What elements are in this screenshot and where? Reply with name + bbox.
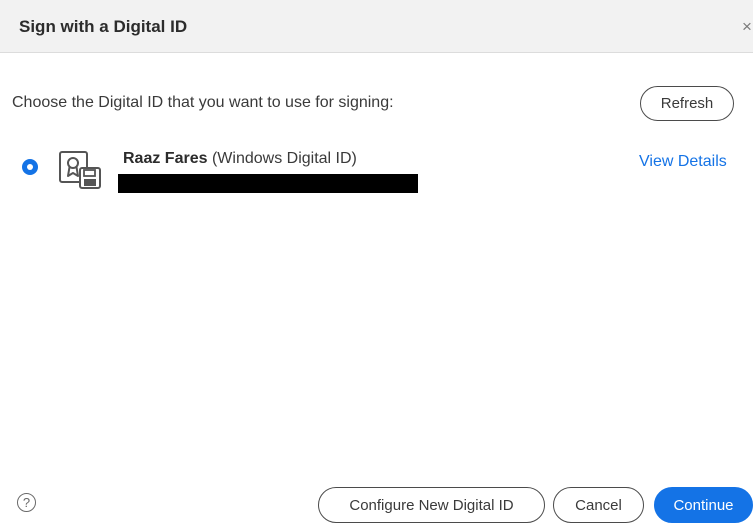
configure-new-digital-id-button[interactable]: Configure New Digital ID — [318, 487, 545, 523]
instruction-text: Choose the Digital ID that you want to u… — [12, 94, 394, 111]
digital-id-radio[interactable] — [22, 159, 38, 175]
cancel-button[interactable]: Cancel — [553, 487, 644, 523]
close-icon[interactable]: × — [742, 18, 752, 35]
redacted-details — [118, 174, 418, 193]
digital-id-type: (Windows Digital ID) — [211, 150, 357, 167]
digital-id-label: Raaz Fares (Windows Digital ID) — [123, 150, 357, 168]
view-details-link[interactable]: View Details — [639, 153, 727, 171]
refresh-button[interactable]: Refresh — [640, 86, 734, 121]
certificate-icon — [58, 150, 102, 195]
digital-id-name: Raaz Fares — [123, 150, 208, 167]
continue-button[interactable]: Continue — [654, 487, 753, 523]
help-icon[interactable]: ? — [17, 493, 36, 512]
dialog-header: Sign with a Digital ID × — [0, 0, 753, 53]
dialog-title: Sign with a Digital ID — [19, 17, 188, 36]
